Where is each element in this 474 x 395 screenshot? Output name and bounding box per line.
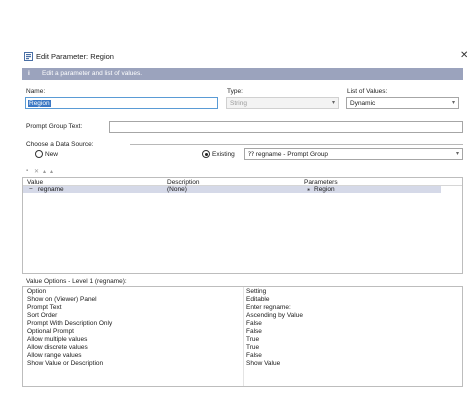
option-row[interactable]: Sort Order Ascending by Value xyxy=(23,312,462,320)
option-row[interactable]: Prompt With Description Only False xyxy=(23,320,462,328)
row-expander-icon[interactable]: − xyxy=(29,186,33,193)
prompt-group-label: Prompt Group Text: xyxy=(26,123,83,130)
window-title: Edit Parameter: Region xyxy=(36,52,114,61)
type-select: String ▾ xyxy=(226,97,339,109)
options-header: Option Setting xyxy=(23,288,462,296)
option-setting[interactable]: Enter regname: xyxy=(246,304,291,312)
new-radio[interactable] xyxy=(35,150,43,158)
prompt-group-field[interactable] xyxy=(109,121,463,133)
table-row[interactable]: − regname (None) ⁎ Region xyxy=(23,186,441,193)
app-icon xyxy=(24,52,33,61)
divider xyxy=(130,144,463,145)
option-setting[interactable]: Ascending by Value xyxy=(246,312,303,320)
banner-text: Edit a parameter and list of values. xyxy=(42,70,143,77)
title-bar: Edit Parameter: Region ✕ xyxy=(20,50,474,64)
option-row[interactable]: Optional Prompt False xyxy=(23,328,462,336)
chevron-down-icon: ▾ xyxy=(331,100,335,106)
delete-icon[interactable]: ▪ xyxy=(26,168,28,174)
option-name: Show on (Viewer) Panel xyxy=(27,296,97,303)
option-row[interactable]: Prompt Text Enter regname: xyxy=(23,304,462,312)
name-field[interactable]: Region xyxy=(25,97,218,109)
info-icon: i xyxy=(28,70,30,77)
column-header-option: Option xyxy=(27,288,47,295)
name-label: Name: xyxy=(26,88,46,95)
options-title: Value Options - Level 1 (regname): xyxy=(26,278,127,285)
lov-label: List of Values: xyxy=(347,88,388,95)
move-up-icon[interactable]: ▴ xyxy=(43,168,46,175)
new-radio-label: New xyxy=(45,151,59,158)
name-field-value: Region xyxy=(28,100,51,107)
option-row[interactable]: Allow range values False xyxy=(23,352,462,360)
option-row[interactable]: Show Value or Description Show Value xyxy=(23,360,462,368)
option-setting[interactable]: Editable xyxy=(246,296,270,304)
remove-icon[interactable]: ✕ xyxy=(34,168,39,175)
option-name: Sort Order xyxy=(27,312,58,319)
row-parameters: Region xyxy=(314,186,335,193)
column-header-setting: Setting xyxy=(246,288,267,295)
option-name: Prompt Text xyxy=(27,304,62,311)
existing-radio-label: Existing xyxy=(212,151,235,158)
option-name: Prompt With Description Only xyxy=(27,320,113,327)
option-setting[interactable]: False xyxy=(246,320,262,328)
option-row[interactable]: Allow multiple values True xyxy=(23,336,462,344)
lov-select-value: Dynamic xyxy=(350,100,376,107)
row-value: regname xyxy=(38,186,64,193)
datasource-label: Choose a Data Source: xyxy=(26,141,94,148)
existing-select-value: ⁇ regname - Prompt Group xyxy=(248,151,329,158)
existing-select[interactable]: ⁇ regname - Prompt Group ▾ xyxy=(244,148,463,160)
values-table[interactable]: Value Description Parameters − regname (… xyxy=(22,177,463,274)
option-setting[interactable]: Show Value xyxy=(246,360,280,368)
type-select-value: String xyxy=(230,100,247,107)
option-setting[interactable]: True xyxy=(246,336,259,344)
info-banner: i Edit a parameter and list of values. xyxy=(22,68,463,80)
move-down-icon[interactable]: ▴ xyxy=(50,168,53,175)
option-setting[interactable]: False xyxy=(246,352,262,360)
chevron-down-icon: ▾ xyxy=(451,100,455,106)
column-header-parameters[interactable]: Parameters xyxy=(304,179,338,186)
chevron-down-icon: ▾ xyxy=(455,151,459,157)
option-name: Allow range values xyxy=(27,352,82,359)
row-description: (None) xyxy=(167,186,187,193)
type-label: Type: xyxy=(227,88,243,95)
option-setting[interactable]: True xyxy=(246,344,259,352)
option-setting[interactable]: False xyxy=(246,328,262,336)
option-name: Allow multiple values xyxy=(27,336,88,343)
close-icon[interactable]: ✕ xyxy=(460,50,468,62)
existing-radio[interactable] xyxy=(202,150,210,158)
option-name: Show Value or Description xyxy=(27,360,104,367)
parameter-icon: ⁎ xyxy=(307,186,311,193)
option-row[interactable]: Allow discrete values True xyxy=(23,344,462,352)
column-header-description[interactable]: Description xyxy=(167,179,200,186)
option-name: Allow discrete values xyxy=(27,344,88,351)
column-header-value[interactable]: Value xyxy=(27,179,43,186)
option-name: Optional Prompt xyxy=(27,328,74,335)
lov-select[interactable]: Dynamic ▾ xyxy=(346,97,459,109)
option-row[interactable]: Show on (Viewer) Panel Editable xyxy=(23,296,462,304)
values-table-header: Value Description Parameters xyxy=(23,178,462,186)
options-table[interactable]: Option Setting Show on (Viewer) Panel Ed… xyxy=(22,286,463,387)
